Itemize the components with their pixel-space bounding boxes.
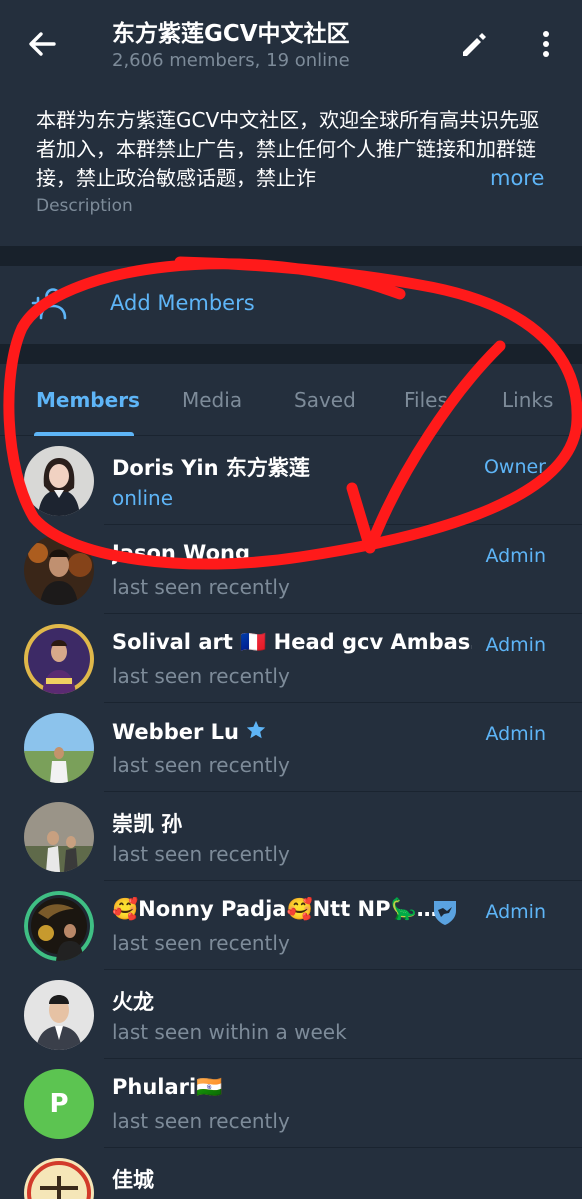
tab-links[interactable]: Links [502, 388, 553, 412]
add-user-icon [31, 288, 67, 320]
member-name: Phulari🇮🇳 [112, 1075, 223, 1099]
member-photo [24, 980, 94, 1050]
member-role-badge: Admin [485, 634, 546, 656]
avatar [24, 446, 94, 516]
member-photo [24, 624, 94, 694]
add-members-button[interactable]: Add Members [0, 266, 582, 344]
member-photo [24, 713, 94, 783]
member-list: Doris Yin 东方紫莲 online Owner Jason Wong l… [0, 436, 582, 1199]
member-name: 🥰Nonny Padja🥰Ntt NP🦕… [112, 897, 438, 921]
back-button[interactable] [22, 24, 62, 64]
description-section: 本群为东方紫莲GCV中文社区，欢迎全球所有高共识先驱者加入，本群禁止广告，禁止任… [0, 88, 582, 246]
pencil-icon [463, 33, 486, 56]
member-status: last seen recently [112, 575, 290, 599]
member-name: Webber Lu [112, 719, 267, 744]
tab-media[interactable]: Media [182, 388, 242, 412]
group-title: 东方紫莲GCV中文社区 [112, 21, 350, 47]
member-row[interactable]: Doris Yin 东方紫莲 online Owner [0, 436, 582, 525]
member-photo [24, 1158, 94, 1199]
premium-star-icon [246, 720, 266, 739]
tab-saved[interactable]: Saved [294, 388, 356, 412]
avatar [24, 1158, 94, 1199]
add-members-label: Add Members [110, 291, 255, 315]
member-status: online [112, 486, 174, 510]
member-status: last seen recently [112, 842, 290, 866]
more-options-button[interactable] [528, 26, 564, 62]
member-role-badge: Admin [485, 723, 546, 745]
section-divider [0, 246, 582, 266]
tab-files[interactable]: Files [404, 388, 448, 412]
description-more-link[interactable]: more [460, 164, 560, 193]
member-name: Doris Yin 东方紫莲 [112, 456, 310, 480]
avatar [24, 980, 94, 1050]
member-name: 佳城 [112, 1168, 154, 1192]
member-name: Solival art 🇫🇷 Head gcv Ambas… [112, 630, 472, 654]
member-count: 2,606 members, 19 online [112, 50, 350, 71]
member-row[interactable]: Webber Lu last seen recently Admin [0, 703, 582, 792]
member-row[interactable]: 火龙 last seen within a week [0, 970, 582, 1059]
member-role-badge: Admin [485, 901, 546, 923]
member-row[interactable]: Solival art 🇫🇷 Head gcv Ambas… last seen… [0, 614, 582, 703]
avatar-initial: P [49, 1089, 69, 1119]
member-status: last seen recently [112, 1109, 290, 1133]
description-label: Description [36, 196, 133, 216]
shield-bird-icon [434, 901, 456, 925]
member-row[interactable]: Jason Wong last seen recently Admin [0, 525, 582, 614]
member-role-badge: Owner [483, 456, 546, 478]
member-photo [24, 891, 94, 961]
member-row[interactable]: 佳城 [0, 1148, 582, 1199]
member-row[interactable]: 崇凯 孙 last seen recently [0, 792, 582, 881]
top-bar: 东方紫莲GCV中文社区 2,606 members, 19 online [0, 0, 582, 88]
section-divider [0, 344, 582, 364]
edit-button[interactable] [456, 26, 492, 62]
avatar [24, 535, 94, 605]
avatar [24, 624, 94, 694]
avatar-letter: P [24, 1069, 94, 1139]
avatar [24, 713, 94, 783]
avatar [24, 891, 94, 961]
member-status: last seen within a week [112, 1020, 347, 1044]
back-arrow-icon [29, 32, 56, 56]
member-row[interactable]: 🥰Nonny Padja🥰Ntt NP🦕… last seen recently… [0, 881, 582, 970]
member-status: last seen recently [112, 664, 290, 688]
member-photo [24, 535, 94, 605]
avatar [24, 802, 94, 872]
member-row[interactable]: P Phulari🇮🇳 last seen recently [0, 1059, 582, 1148]
member-name: Jason Wong [112, 541, 250, 565]
member-photo [24, 446, 94, 516]
member-photo [24, 802, 94, 872]
member-name: 崇凯 孙 [112, 812, 183, 836]
member-role-badge: Admin [485, 545, 546, 567]
member-name: 火龙 [112, 990, 154, 1014]
member-status: last seen recently [112, 931, 290, 955]
kebab-menu-icon [543, 31, 549, 57]
tab-members[interactable]: Members [36, 388, 140, 412]
member-status: last seen recently [112, 753, 290, 777]
tab-bar: Members Media Saved Files Links [0, 364, 582, 436]
